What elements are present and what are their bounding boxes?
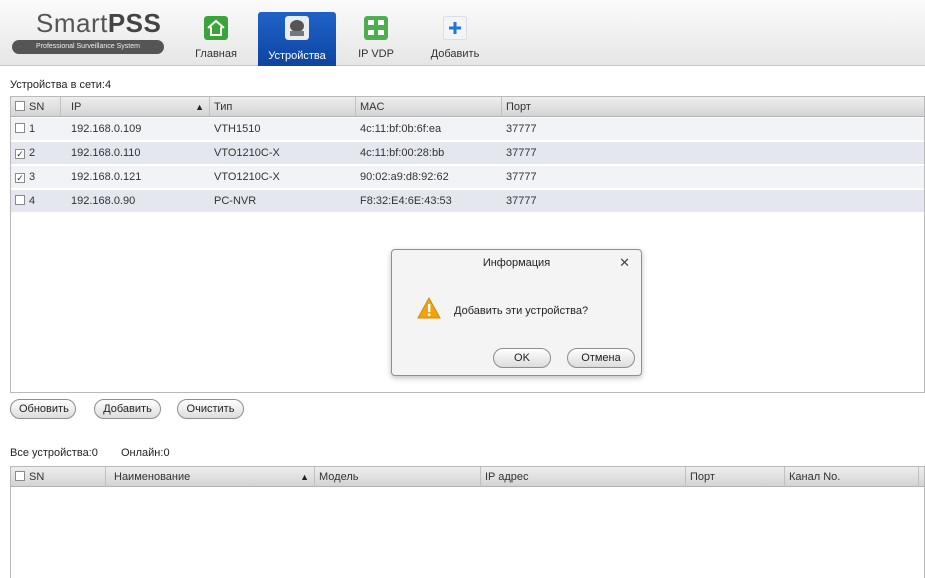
- table-row[interactable]: 1 192.168.0.109 VTH1510 4c:11:bf:0b:6f:e…: [11, 118, 924, 141]
- row-mac: 4c:11:bf:00:28:bb: [360, 147, 445, 159]
- app-logo: SmartPSS Professional Surveillance Syste…: [4, 5, 170, 63]
- col-sn[interactable]: SN: [11, 97, 61, 117]
- tab-ip-vdp[interactable]: IP VDP: [352, 12, 400, 64]
- row-sn[interactable]: ✓ 2: [11, 142, 35, 165]
- row-port: 37777: [506, 147, 537, 159]
- tab-devices[interactable]: Устройства: [258, 12, 336, 66]
- row-type: VTH1510: [214, 123, 261, 135]
- row-checkbox[interactable]: [15, 195, 25, 205]
- col-mac[interactable]: MAC: [356, 97, 502, 117]
- row-ip: 192.168.0.110: [71, 147, 141, 159]
- select-all-checkbox[interactable]: [15, 101, 25, 111]
- ip-vdp-icon: [364, 16, 388, 40]
- table-header: SN IP ▲ Тип MAC Порт: [11, 97, 924, 117]
- top-toolbar: SmartPSS Professional Surveillance Syste…: [0, 0, 925, 66]
- all-devices-title: Все устройства:0: [10, 447, 98, 459]
- tab-home-label: Главная: [195, 48, 237, 60]
- warning-icon: [417, 297, 441, 319]
- add-button[interactable]: Добавить: [94, 399, 161, 419]
- row-type: VTO1210C-X: [214, 171, 280, 183]
- col-type[interactable]: Тип: [210, 97, 356, 117]
- tab-ip-vdp-label: IP VDP: [358, 48, 394, 60]
- row-sn[interactable]: 1: [11, 118, 35, 141]
- close-icon[interactable]: ✕: [619, 255, 630, 271]
- all-devices-table: SN Наименование ▲ Модель IP адрес Порт Ка…: [10, 466, 925, 578]
- row-mac: F8:32:E4:6E:43:53: [360, 195, 452, 207]
- row-type: VTO1210C-X: [214, 147, 280, 159]
- table-header: SN Наименование ▲ Модель IP адрес Порт Ка…: [11, 467, 924, 487]
- info-dialog: Информация ✕ Добавить эти устройства? OK…: [391, 249, 642, 376]
- row-sn[interactable]: 4: [11, 190, 35, 213]
- col-name[interactable]: Наименование ▲: [106, 467, 315, 487]
- tab-add-label: Добавить: [430, 48, 480, 60]
- row-checkbox[interactable]: ✓: [15, 173, 25, 183]
- row-checkbox[interactable]: [15, 123, 25, 133]
- tab-home[interactable]: Главная: [188, 12, 244, 64]
- logo-subtitle: Professional Surveillance System: [12, 40, 164, 54]
- row-port: 37777: [506, 123, 537, 135]
- col-port[interactable]: Порт: [502, 97, 924, 117]
- row-port: 37777: [506, 171, 537, 183]
- row-sn[interactable]: ✓ 3: [11, 166, 35, 189]
- logo-text: SmartPSS: [36, 8, 162, 38]
- row-ip: 192.168.0.109: [71, 123, 142, 135]
- refresh-button[interactable]: Обновить: [10, 399, 76, 419]
- col-model[interactable]: Модель: [315, 467, 481, 487]
- tab-add[interactable]: Добавить: [424, 12, 486, 64]
- table-row[interactable]: ✓ 2 192.168.0.110 VTO1210C-X 4c:11:bf:00:…: [11, 142, 924, 165]
- row-type: PC-NVR: [214, 195, 257, 207]
- tab-devices-label: Устройства: [268, 50, 326, 62]
- row-mac: 4c:11:bf:0b:6f:ea: [360, 123, 442, 135]
- row-mac: 90:02:a9:d8:92:62: [360, 171, 449, 183]
- select-all-checkbox[interactable]: [15, 471, 25, 481]
- dialog-message: Добавить эти устройства?: [454, 305, 589, 317]
- col-channel-no[interactable]: Канал No.: [785, 467, 919, 487]
- devices-icon: [285, 16, 309, 40]
- online-count: Онлайн:0: [121, 447, 170, 459]
- sort-asc-icon: ▲: [300, 472, 309, 482]
- plus-icon: [443, 16, 467, 40]
- col-ip[interactable]: IP ▲: [61, 97, 210, 117]
- table-row[interactable]: ✓ 3 192.168.0.121 VTO1210C-X 90:02:a9:d8:…: [11, 166, 924, 189]
- row-port: 37777: [506, 195, 537, 207]
- sort-asc-icon: ▲: [195, 102, 204, 112]
- row-ip: 192.168.0.90: [71, 195, 136, 207]
- col-ip-address[interactable]: IP адрес: [481, 467, 686, 487]
- ok-button[interactable]: OK: [493, 348, 551, 368]
- table-row[interactable]: 4 192.168.0.90 PC-NVR F8:32:E4:6E:43:53 …: [11, 190, 924, 213]
- home-icon: [204, 16, 228, 40]
- cancel-button[interactable]: Отмена: [567, 348, 635, 368]
- col-port[interactable]: Порт: [686, 467, 785, 487]
- clear-button[interactable]: Очистить: [177, 399, 244, 419]
- col-sn[interactable]: SN: [11, 467, 106, 487]
- online-devices-title: Устройства в сети:4: [10, 79, 112, 91]
- dialog-title: Информация: [482, 257, 551, 269]
- row-checkbox[interactable]: ✓: [15, 149, 25, 159]
- row-ip: 192.168.0.121: [71, 171, 142, 183]
